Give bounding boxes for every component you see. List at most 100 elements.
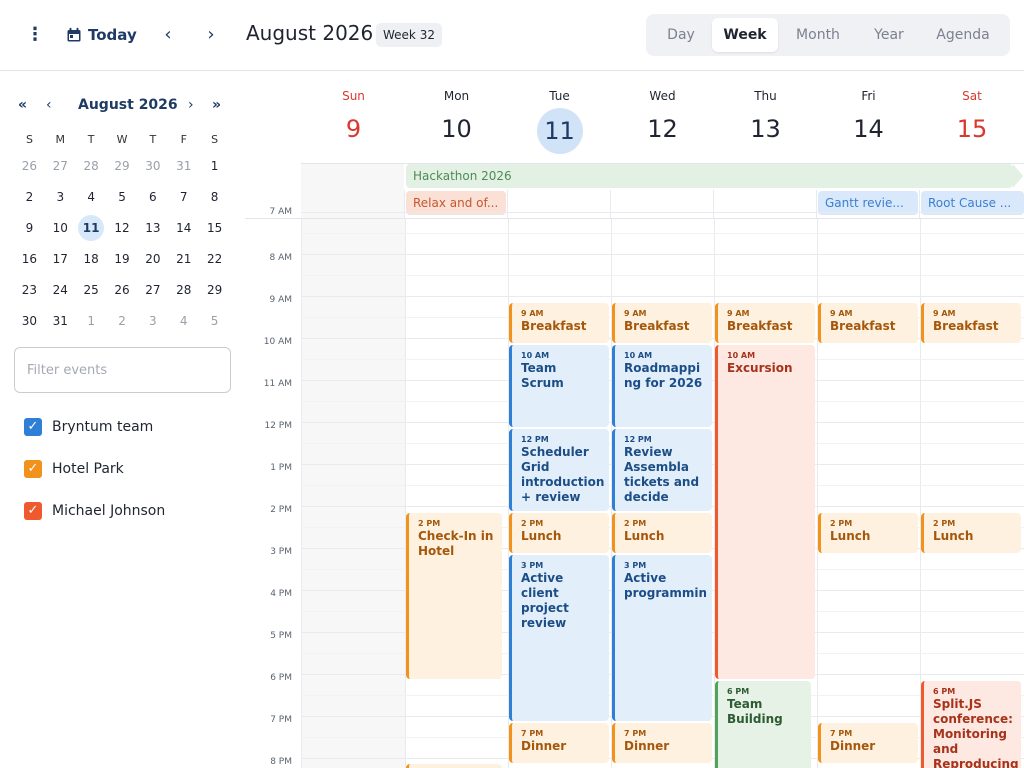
filter-events-input[interactable] — [15, 348, 230, 392]
event-lunch-wed[interactable]: 2 PM Lunch — [612, 513, 712, 553]
event-roadmapping[interactable]: 10 AM Roadmapping for 2026 — [612, 345, 712, 427]
event-review-assembla[interactable]: 12 PM Review Assembla tickets and decide — [612, 429, 712, 511]
mode-week[interactable]: Week — [712, 18, 778, 52]
day-header-wed[interactable]: Wed 12 — [611, 71, 714, 163]
mini-calendar-day[interactable]: 1 — [199, 151, 230, 182]
mini-calendar-day[interactable]: 23 — [14, 275, 45, 306]
chevron-right-icon[interactable]: › — [188, 95, 194, 115]
day-header-thu[interactable]: Thu 13 — [714, 71, 817, 163]
mini-calendar-day[interactable]: 1 — [76, 306, 107, 337]
mini-calendar-day[interactable]: 20 — [137, 244, 168, 275]
checkbox-checked-icon[interactable]: ✓ — [24, 418, 42, 436]
mini-calendar-day[interactable]: 29 — [199, 275, 230, 306]
mini-calendar-day[interactable]: 22 — [199, 244, 230, 275]
week-view: Sun 9 Mon 10 Tue 11 Wed 12 Thu 13 Fri 14… — [245, 71, 1024, 768]
mini-calendar-day[interactable]: 18 — [76, 244, 107, 275]
mini-calendar-day[interactable]: 26 — [14, 151, 45, 182]
mini-calendar-day[interactable]: 27 — [45, 151, 76, 182]
mini-calendar-day[interactable]: 17 — [45, 244, 76, 275]
day-header-sun[interactable]: Sun 9 — [302, 71, 405, 163]
today-button[interactable]: Today — [66, 22, 137, 48]
mini-calendar-day[interactable]: 4 — [168, 306, 199, 337]
event-breakfast-thu[interactable]: 9 AM Breakfast — [715, 303, 815, 343]
event-lunch-sat[interactable]: 2 PM Lunch — [921, 513, 1021, 553]
event-excursion[interactable]: 10 AM Excursion — [715, 345, 815, 679]
checkbox-checked-icon[interactable]: ✓ — [24, 460, 42, 478]
double-chevron-left-icon[interactable]: « — [18, 95, 27, 115]
event-dinner-fri[interactable]: 7 PM Dinner — [818, 723, 918, 763]
mini-calendar-day[interactable]: 30 — [137, 151, 168, 182]
mini-calendar-day[interactable]: 21 — [168, 244, 199, 275]
event-breakfast-wed[interactable]: 9 AM Breakfast — [612, 303, 712, 343]
day-header-fri[interactable]: Fri 14 — [817, 71, 920, 163]
mini-calendar-day[interactable]: 31 — [168, 151, 199, 182]
mode-day[interactable]: Day — [650, 18, 712, 52]
mini-calendar-day[interactable]: 26 — [107, 275, 138, 306]
mini-calendar-day[interactable]: 25 — [76, 275, 107, 306]
event-team-building[interactable]: 6 PM Team Building — [715, 681, 811, 768]
mini-calendar-day[interactable]: 2 — [14, 182, 45, 213]
event-check-in-hotel[interactable]: 2 PM Check-In in Hotel — [406, 513, 502, 679]
mini-calendar-day[interactable]: 12 — [107, 213, 138, 244]
today-date: 11 — [536, 108, 583, 154]
event-title: Team Building — [727, 697, 783, 726]
day-header-tue[interactable]: Tue 11 — [508, 71, 611, 163]
mode-month[interactable]: Month — [778, 18, 858, 52]
resource-hotel-park[interactable]: ✓ Hotel Park — [24, 458, 124, 480]
event-dinner-wed[interactable]: 7 PM Dinner — [612, 723, 712, 763]
mini-calendar-day[interactable]: 28 — [76, 151, 107, 182]
mini-calendar-day[interactable]: 9 — [14, 213, 45, 244]
mini-calendar-day[interactable]: 27 — [137, 275, 168, 306]
event-lunch-fri[interactable]: 2 PM Lunch — [818, 513, 918, 553]
mini-calendar-day[interactable]: 15 — [199, 213, 230, 244]
checkbox-checked-icon[interactable]: ✓ — [24, 502, 42, 520]
event-breakfast-sat[interactable]: 9 AM Breakfast — [921, 303, 1021, 343]
day-header-sat[interactable]: Sat 15 — [920, 71, 1024, 163]
mini-calendar-day[interactable]: 3 — [45, 182, 76, 213]
event-active-programming[interactable]: 3 PM Active programming — [612, 555, 712, 721]
mini-calendar-day[interactable]: 6 — [137, 182, 168, 213]
event-scheduler-grid[interactable]: 12 PM Scheduler Grid introduction + revi… — [509, 429, 609, 511]
event-breakfast-tue[interactable]: 9 AM Breakfast — [509, 303, 609, 343]
event-partial-mon[interactable] — [406, 764, 502, 768]
mini-calendar-day[interactable]: 31 — [45, 306, 76, 337]
event-team-scrum[interactable]: 10 AM Team Scrum — [509, 345, 609, 427]
time-grid[interactable]: 7 AM 8 AM 9 AM 10 AM 11 AM 12 PM 1 PM 2 … — [245, 207, 1024, 768]
event-lunch-tue[interactable]: 2 PM Lunch — [509, 513, 609, 553]
chevron-left-icon[interactable]: ‹ — [46, 95, 52, 115]
chevron-right-icon[interactable]: › — [199, 22, 223, 48]
event-time: 12 PM — [624, 435, 652, 444]
mini-calendar-day[interactable]: 5 — [199, 306, 230, 337]
double-chevron-right-icon[interactable]: » — [212, 95, 221, 115]
mini-calendar-day[interactable]: 2 — [107, 306, 138, 337]
event-dinner-tue[interactable]: 7 PM Dinner — [509, 723, 609, 763]
mini-calendar-day[interactable]: 5 — [107, 182, 138, 213]
event-title: Split.JS conference: Monitoring and Repr… — [933, 697, 1019, 768]
event-active-client-review[interactable]: 3 PM Active client project review — [509, 555, 609, 721]
resource-bryntum-team[interactable]: ✓ Bryntum team — [24, 416, 153, 438]
mini-calendar-day[interactable]: 29 — [107, 151, 138, 182]
mini-calendar-day[interactable]: 13 — [137, 213, 168, 244]
resource-michael-johnson[interactable]: ✓ Michael Johnson — [24, 500, 165, 522]
mini-calendar-day[interactable]: 7 — [168, 182, 199, 213]
chevron-left-icon[interactable]: ‹ — [156, 22, 180, 48]
event-splitjs-conference[interactable]: 6 PM Split.JS conference: Monitoring and… — [921, 681, 1021, 768]
mini-calendar-day[interactable]: 30 — [14, 306, 45, 337]
mode-agenda[interactable]: Agenda — [920, 18, 1006, 52]
event-breakfast-fri[interactable]: 9 AM Breakfast — [818, 303, 918, 343]
mini-calendar-day[interactable]: 24 — [45, 275, 76, 306]
mode-year[interactable]: Year — [858, 18, 920, 52]
day-header-mon[interactable]: Mon 10 — [405, 71, 508, 163]
mini-calendar-day[interactable]: 4 — [76, 182, 107, 213]
mini-calendar-today[interactable]: 11 — [76, 213, 107, 244]
mini-calendar-day[interactable]: 28 — [168, 275, 199, 306]
mini-calendar-day[interactable]: 3 — [137, 306, 168, 337]
mini-calendar-day[interactable]: 19 — [107, 244, 138, 275]
mini-calendar-day[interactable]: 10 — [45, 213, 76, 244]
vertical-dots-icon[interactable]: ⋮ — [24, 24, 46, 46]
mini-calendar-day[interactable]: 16 — [14, 244, 45, 275]
all-day-event-hackathon[interactable]: Hackathon 2026 — [406, 164, 1023, 188]
day-date: 10 — [441, 115, 472, 143]
mini-calendar-day[interactable]: 8 — [199, 182, 230, 213]
mini-calendar-day[interactable]: 14 — [168, 213, 199, 244]
